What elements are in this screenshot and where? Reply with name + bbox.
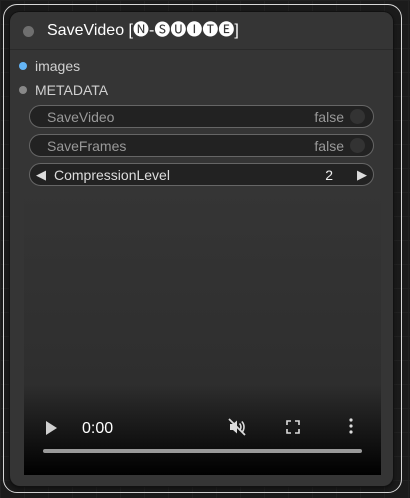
more-vert-icon[interactable] <box>348 417 354 440</box>
save-frames-toggle[interactable]: SaveFrames false <box>29 134 374 157</box>
video-progress-bar[interactable] <box>43 449 362 453</box>
play-icon[interactable] <box>46 421 57 435</box>
fullscreen-icon[interactable] <box>286 420 300 439</box>
video-preview[interactable]: 0:00 <box>24 192 381 475</box>
compression-level-value: 2 <box>325 167 333 183</box>
decrement-arrow-left-icon[interactable]: ◀ <box>36 167 46 183</box>
node-header[interactable]: SaveVideo [🅝-🅢🅤🅘🅣🅔] <box>10 12 393 50</box>
metadata-slot-dot-icon[interactable] <box>19 86 27 94</box>
collapse-dot-icon[interactable] <box>23 26 34 37</box>
toggle-knob-icon[interactable] <box>350 109 365 124</box>
save-video-toggle[interactable]: SaveVideo false <box>29 105 374 128</box>
video-time: 0:00 <box>82 420 114 437</box>
toggle-knob-icon[interactable] <box>350 138 365 153</box>
increment-arrow-right-icon[interactable]: ▶ <box>357 167 367 183</box>
save-frames-label: SaveFrames <box>47 138 127 154</box>
compression-level-label: CompressionLevel <box>54 167 170 183</box>
save-video-label: SaveVideo <box>47 109 115 125</box>
save-video-value: false <box>314 109 344 125</box>
images-slot-dot-icon[interactable] <box>19 62 27 70</box>
save-frames-value: false <box>314 138 344 154</box>
save-video-node[interactable]: SaveVideo [🅝-🅢🅤🅘🅣🅔] images METADATA Save… <box>10 12 393 486</box>
mute-icon[interactable] <box>227 417 247 442</box>
input-slot-metadata[interactable]: METADATA <box>10 80 108 100</box>
video-controls: 0:00 <box>24 395 381 475</box>
node-title: SaveVideo [🅝-🅢🅤🅘🅣🅔] <box>47 22 239 39</box>
compression-level-number[interactable]: ◀ CompressionLevel 2 ▶ <box>29 163 374 186</box>
input-label-metadata: METADATA <box>35 82 109 98</box>
input-label-images: images <box>35 58 81 74</box>
input-slot-images[interactable]: images <box>10 56 80 76</box>
